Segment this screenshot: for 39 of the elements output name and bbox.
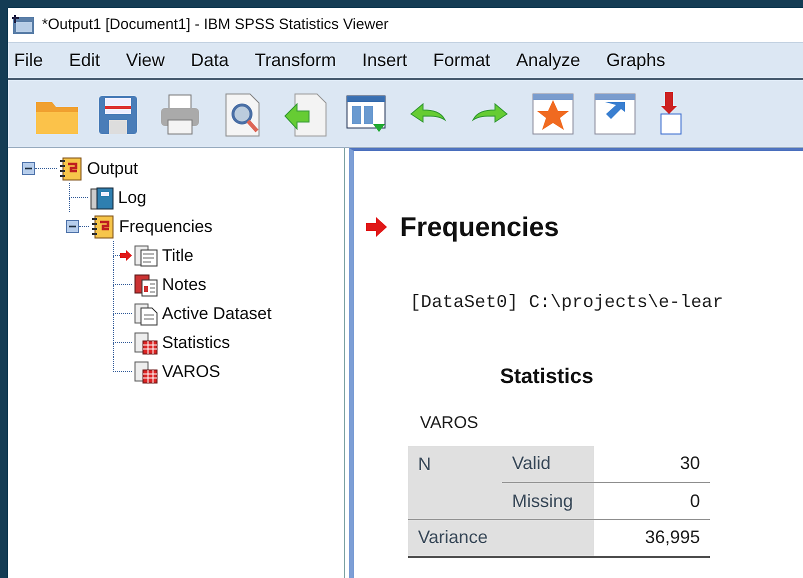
title-page-icon [132,242,160,268]
document-icon [132,300,160,326]
table-cell: 36,995 [594,520,710,556]
variable-name: VAROS [420,412,480,434]
table-cell: Missing [502,482,594,520]
tree-item[interactable]: Frequencies [117,218,215,235]
window-title: *Output1 [Document1] - IBM SPSS Statistics Viewer [42,14,389,35]
menu-item[interactable]: Insert [356,47,420,74]
menu-item[interactable]: View [120,47,177,74]
table-icon [132,358,160,384]
output-heading: Frequencies [400,211,560,244]
tree-item[interactable]: Active Dataset [160,305,274,322]
collapse-icon[interactable] [22,162,35,175]
table-cell: 0 [594,482,710,520]
grid-down-arrow-icon[interactable] [659,90,683,138]
menu-item[interactable]: Graphs [600,47,678,74]
tree-item[interactable]: Statistics [160,334,232,351]
table-cell: 30 [594,446,710,482]
tree-item[interactable]: Title [160,247,196,264]
menu-item[interactable]: Transform [248,47,348,74]
log-book-icon [88,184,116,210]
tree-item[interactable]: VAROS [160,363,222,380]
table-icon [132,330,160,356]
tree-item[interactable]: Notes [160,276,208,293]
table-title: Statistics [500,364,594,390]
table-cell: Valid [502,446,594,482]
notes-icon [132,272,160,298]
menu-item[interactable]: File [8,47,56,74]
menu-item[interactable]: Edit [63,47,112,74]
app-icon [12,14,36,36]
table-cell: Variance [408,520,502,556]
menu-item[interactable]: Data [184,47,241,74]
table-cell: N [408,446,502,482]
menu-item[interactable]: Analyze [510,47,592,74]
tree-item[interactable]: Output [85,160,140,177]
menu-item[interactable]: Format [427,47,502,74]
collapse-icon[interactable] [66,220,79,233]
tree-item[interactable]: Log [116,189,148,206]
dataset-path: [DataSet0] C:\projects\e-lear [410,292,724,314]
